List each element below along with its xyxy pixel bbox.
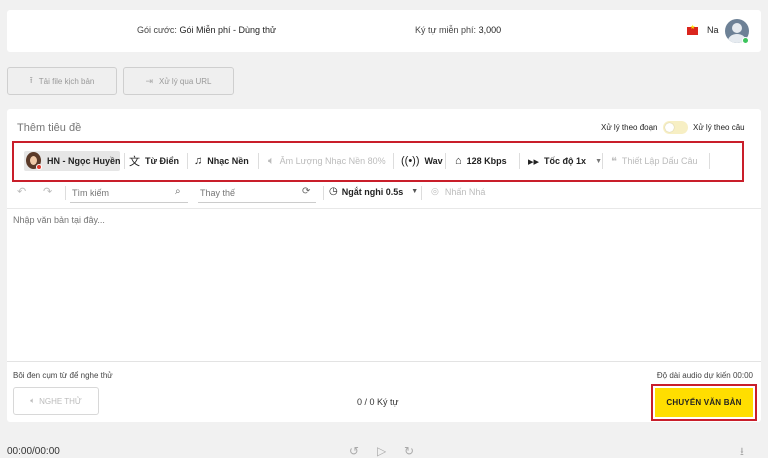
music-volume-button[interactable]: 🔈︎ Âm Lượng Nhạc Nền 80% xyxy=(268,151,386,171)
mode-paragraph-label: Xử lý theo đoạn xyxy=(601,123,658,132)
online-status-icon xyxy=(742,37,749,44)
listen-label: NGHE THỬ xyxy=(39,396,82,406)
character-counter: 0 / 0 Ký tự xyxy=(357,397,399,407)
download-icon[interactable]: ⭳ xyxy=(740,443,744,458)
toolbar-divider xyxy=(602,153,603,169)
free-chars-value: 3,000 xyxy=(478,25,502,35)
plan-value: Gói Miễn phí - Dùng thử xyxy=(179,25,277,35)
text-input[interactable] xyxy=(13,215,753,355)
free-chars-info: Ký tự miễn phí: 3,000 xyxy=(415,25,501,35)
speed-label: Tốc độ 1x xyxy=(544,156,587,166)
music-volume-label: Âm Lượng Nhạc Nền 80% xyxy=(279,156,386,166)
toolbar-divider xyxy=(519,153,520,169)
rewind-icon[interactable]: ↺ xyxy=(349,444,359,458)
dictionary-button[interactable]: 文 Từ Điển xyxy=(129,151,179,171)
highlight-hint: Bôi đen cụm từ để nghe thử xyxy=(13,371,113,380)
punctuation-settings-button[interactable]: ❝ Thiết Lập Dấu Câu xyxy=(611,151,697,171)
plan-label: Gói cước: xyxy=(137,25,177,35)
toolbar-divider xyxy=(124,153,125,169)
mode-sentence-label: Xử lý theo câu xyxy=(693,123,745,132)
user-name[interactable]: Na xyxy=(707,25,719,35)
bitrate-label: 128 Kbps xyxy=(466,156,507,166)
convert-button[interactable]: CHUYỂN VĂN BẢN xyxy=(655,388,753,417)
row-divider xyxy=(421,186,422,200)
format-label: Wav xyxy=(424,156,443,166)
translate-icon: 文 xyxy=(129,156,140,168)
play-icon[interactable]: ▷ xyxy=(377,444,386,458)
replace-icon[interactable]: ⟳ xyxy=(302,186,310,197)
upload-script-button[interactable]: ⭱ Tải file kịch bản xyxy=(7,67,117,95)
punctuation-label: Thiết Lập Dấu Câu xyxy=(621,156,698,166)
url-import-icon: ⇥ xyxy=(145,75,154,86)
toolbar-divider xyxy=(393,153,394,169)
background-music-label: Nhạc Nền xyxy=(207,156,249,166)
editor-panel: Xử lý theo đoạn Xử lý theo câu HN - Ngọc… xyxy=(7,109,761,422)
vietnam-flag-icon[interactable] xyxy=(687,24,698,35)
dictionary-label: Từ Điển xyxy=(145,156,180,166)
fast-forward-icon: ▸▸ xyxy=(528,155,540,168)
player-time: 00:00/00:00 xyxy=(7,446,60,457)
speaker-icon: 🔈︎ xyxy=(30,396,36,405)
format-button[interactable]: ((•)) Wav xyxy=(401,151,443,171)
divider xyxy=(7,361,761,362)
plan-info: Gói cước: Gói Miễn phí - Dùng thử xyxy=(137,25,276,35)
music-note-icon: ♫ xyxy=(194,155,203,167)
voice-name[interactable]: HN - Ngọc Huyền xyxy=(47,151,121,171)
toolbar-divider xyxy=(187,153,188,169)
toolbar-divider xyxy=(258,153,259,169)
emphasis-label: Nhấn Nhá xyxy=(444,186,486,197)
emphasis-icon: ◎ xyxy=(431,186,439,196)
chevron-down-icon: ▼ xyxy=(595,157,602,165)
divider xyxy=(7,208,761,209)
emphasis-button[interactable]: ◎ Nhấn Nhá xyxy=(431,186,485,197)
toolbar-divider xyxy=(709,153,710,169)
process-url-label: Xử lý qua URL xyxy=(159,76,212,86)
volume-icon: 🔈︎ xyxy=(268,154,275,167)
toolbar-divider xyxy=(445,153,446,169)
upload-icon: ⭱ xyxy=(29,75,33,85)
tag-icon: ⌂ xyxy=(455,155,462,167)
pause-dropdown[interactable]: ◷ Ngắt nghỉ 0.5s ▼ xyxy=(329,186,418,197)
bitrate-button[interactable]: ⌂ 128 Kbps xyxy=(455,151,507,171)
quote-icon: ❝ xyxy=(611,155,617,168)
title-input[interactable] xyxy=(17,122,317,134)
process-url-button[interactable]: ⇥ Xử lý qua URL xyxy=(123,67,234,95)
background-music-button[interactable]: ♫ Nhạc Nền xyxy=(194,151,249,171)
redo-icon[interactable]: ↷ xyxy=(43,185,52,198)
pause-label: Ngắt nghỉ 0.5s xyxy=(341,186,404,197)
voice-badge-icon xyxy=(36,164,42,170)
chevron-down-icon: ▼ xyxy=(411,188,419,195)
speed-dropdown[interactable]: ▸▸ Tốc độ 1x ▼ xyxy=(528,151,602,171)
top-bar: Gói cước: Gói Miễn phí - Dùng thử Ký tự … xyxy=(7,10,761,52)
forward-icon[interactable]: ↻ xyxy=(404,444,414,458)
replace-input[interactable] xyxy=(198,183,316,203)
processing-mode-toggle[interactable] xyxy=(663,121,688,134)
row-divider xyxy=(323,186,324,200)
row-divider xyxy=(65,186,66,200)
search-input[interactable] xyxy=(70,183,188,203)
broadcast-icon: ((•)) xyxy=(401,155,420,167)
upload-script-label: Tải file kịch bản xyxy=(38,76,95,86)
search-icon[interactable]: ⌕ xyxy=(175,186,181,197)
audio-duration: Độ dài audio dự kiến 00:00 xyxy=(656,371,753,380)
clock-icon: ◷ xyxy=(329,186,338,197)
undo-icon[interactable]: ↶ xyxy=(17,185,26,198)
free-chars-label: Ký tự miễn phí: xyxy=(415,25,477,35)
listen-button[interactable]: 🔈︎ NGHE THỬ xyxy=(13,387,99,415)
